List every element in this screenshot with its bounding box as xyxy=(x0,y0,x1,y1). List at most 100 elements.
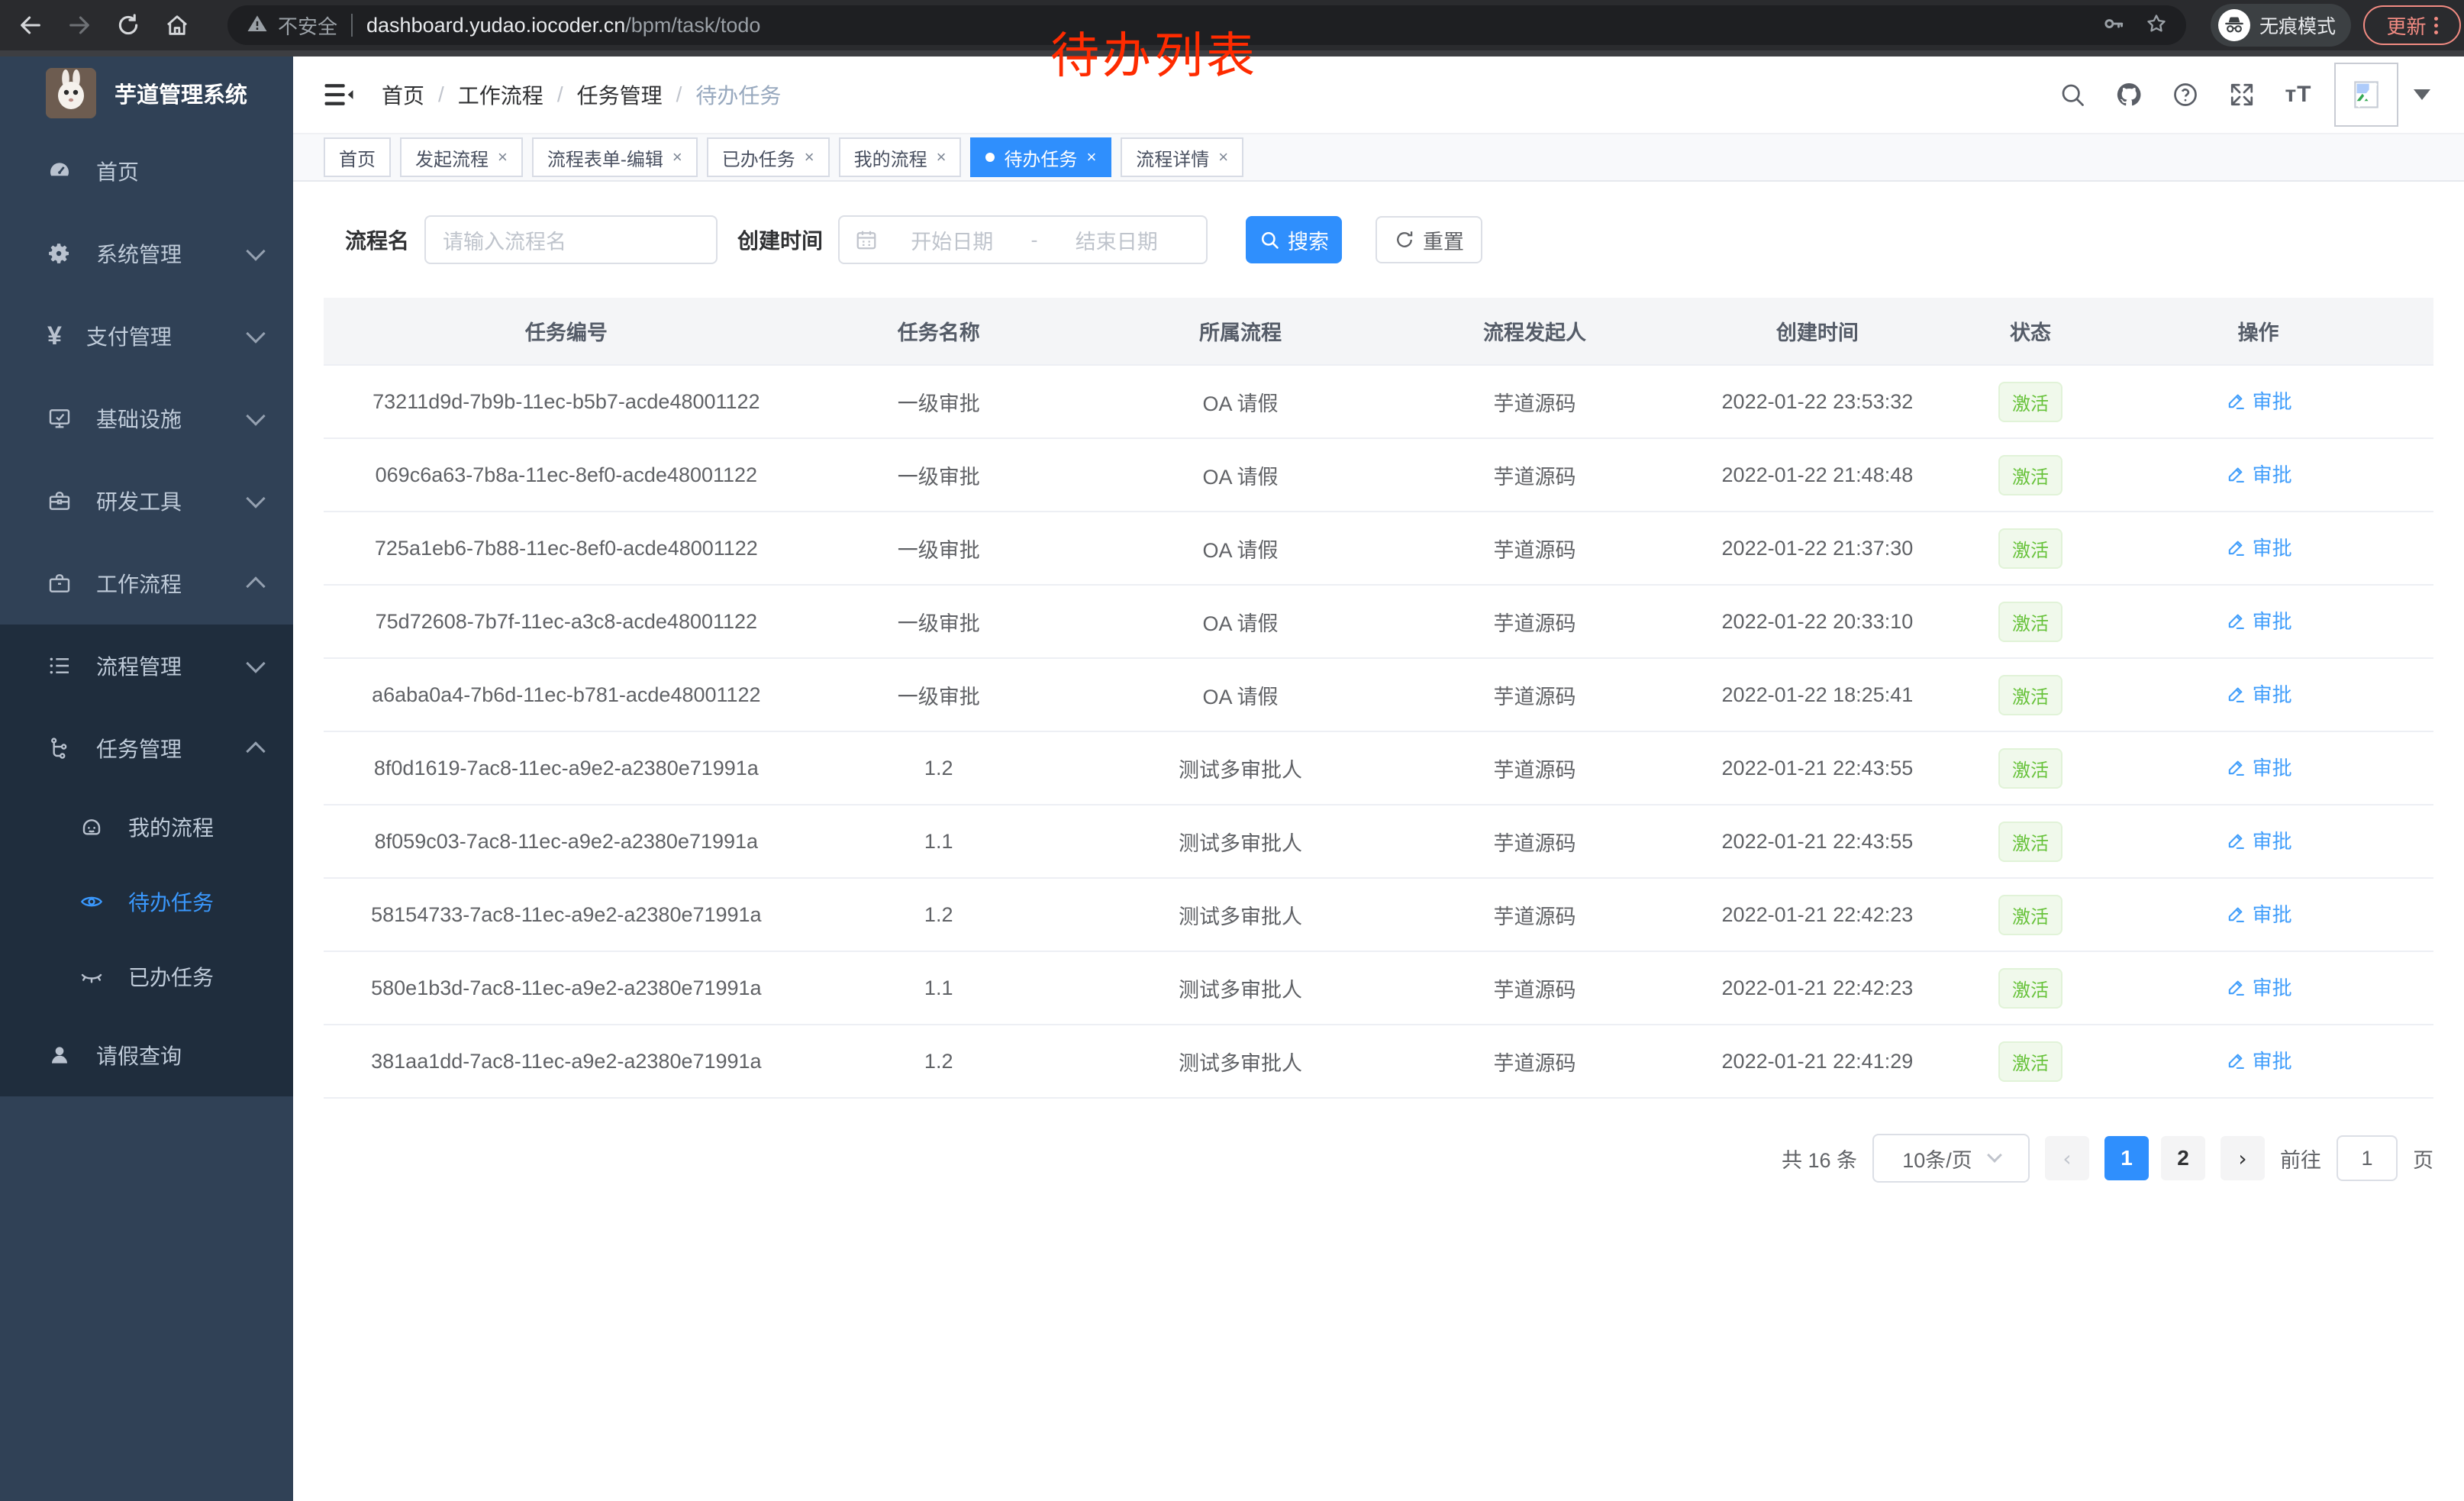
cell-created: 2022-01-21 22:42:23 xyxy=(1657,951,1978,1025)
chevron-down-icon xyxy=(246,406,265,425)
approve-link[interactable]: 审批 xyxy=(2225,899,2292,928)
cell-initiator: 芋道源码 xyxy=(1412,365,1657,438)
key-icon[interactable] xyxy=(2102,12,2125,39)
cell-task-id: 8f059c03-7ac8-11ec-a9e2-a2380e71991a xyxy=(324,805,809,878)
sidebar-item-devtools[interactable]: 研发工具 xyxy=(0,460,293,542)
end-date-placeholder: 结束日期 xyxy=(1043,225,1192,255)
warning-icon[interactable] xyxy=(246,12,269,39)
avatar-caret-icon[interactable] xyxy=(2414,89,2430,100)
app-logo-row[interactable]: 芋道管理系统 xyxy=(0,56,293,130)
column-header: 所属流程 xyxy=(1069,298,1413,365)
url-path[interactable]: /bpm/task/todo xyxy=(625,14,760,37)
update-button[interactable]: 更新 xyxy=(2363,5,2461,45)
tab-待办任务[interactable]: 待办任务 × xyxy=(970,137,1111,177)
star-icon[interactable] xyxy=(2145,12,2168,39)
close-icon[interactable]: × xyxy=(937,147,947,167)
tab-发起流程[interactable]: 发起流程 × xyxy=(400,137,523,177)
gear-icon xyxy=(47,241,72,266)
cell-created: 2022-01-22 20:33:10 xyxy=(1657,585,1978,658)
search-icon[interactable] xyxy=(2058,80,2087,109)
browser-menu-icon[interactable] xyxy=(2434,17,2438,34)
next-page-button[interactable]: › xyxy=(2221,1136,2265,1180)
fullscreen-icon[interactable] xyxy=(2227,80,2256,109)
sidebar-item-my-process[interactable]: 我的流程 xyxy=(0,789,293,864)
tab-流程表单-编辑[interactable]: 流程表单-编辑 × xyxy=(532,137,698,177)
sidebar-item-task-mgmt[interactable]: 任务管理 xyxy=(0,707,293,789)
page-number-list: 12 xyxy=(2104,1136,2205,1180)
breadcrumb-item[interactable]: 首页 xyxy=(382,79,424,110)
breadcrumb-item[interactable]: 工作流程 xyxy=(458,79,543,110)
date-range-input[interactable]: 开始日期 - 结束日期 xyxy=(838,215,1208,264)
cell-initiator: 芋道源码 xyxy=(1412,585,1657,658)
breadcrumb-item[interactable]: 任务管理 xyxy=(577,79,663,110)
sidebar-item-leave-query[interactable]: 请假查询 xyxy=(0,1014,293,1096)
security-label[interactable]: 不安全 xyxy=(278,11,337,40)
approve-link[interactable]: 审批 xyxy=(2225,1046,2292,1074)
close-icon[interactable]: × xyxy=(672,147,682,167)
cell-process: 测试多审批人 xyxy=(1069,951,1413,1025)
goto-page-input[interactable]: 1 xyxy=(2337,1135,2398,1181)
calendar-icon xyxy=(855,228,878,251)
close-icon[interactable]: × xyxy=(1086,147,1096,167)
github-icon[interactable] xyxy=(2114,80,2143,109)
reload-icon[interactable] xyxy=(111,8,145,42)
help-icon[interactable] xyxy=(2171,80,2200,109)
column-header: 操作 xyxy=(2083,298,2433,365)
forward-icon[interactable] xyxy=(63,8,96,42)
home-icon[interactable] xyxy=(160,8,194,42)
active-tab-dot xyxy=(985,153,995,162)
cell-process: OA 请假 xyxy=(1069,585,1413,658)
tab-首页[interactable]: 首页 xyxy=(324,137,391,177)
approve-link[interactable]: 审批 xyxy=(2225,460,2292,488)
sidebar-item-infra[interactable]: 基础设施 xyxy=(0,377,293,460)
cell-process: OA 请假 xyxy=(1069,658,1413,731)
column-header: 创建时间 xyxy=(1657,298,1978,365)
edit-icon xyxy=(2225,537,2246,558)
chevron-down-icon xyxy=(246,489,265,508)
approve-link[interactable]: 审批 xyxy=(2225,386,2292,415)
approve-link[interactable]: 审批 xyxy=(2225,606,2292,634)
approve-link[interactable]: 审批 xyxy=(2225,826,2292,854)
sidebar-item-workflow[interactable]: 工作流程 xyxy=(0,542,293,625)
page-button-1[interactable]: 1 xyxy=(2104,1136,2149,1180)
search-button[interactable]: 搜索 xyxy=(1246,216,1342,263)
approve-link[interactable]: 审批 xyxy=(2225,533,2292,561)
font-size-icon[interactable]: тT xyxy=(2284,80,2313,109)
sidebar-item-todo-tasks[interactable]: 待办任务 xyxy=(0,864,293,939)
table-row: 725a1eb6-7b88-11ec-8ef0-acde48001122 一级审… xyxy=(324,512,2433,585)
approve-link[interactable]: 审批 xyxy=(2225,973,2292,1001)
url-host[interactable]: dashboard.yudao.iocoder.cn xyxy=(366,14,625,37)
status-badge: 激活 xyxy=(1998,748,2062,789)
avatar[interactable] xyxy=(2334,63,2398,127)
table-row: 75d72608-7b7f-11ec-a3c8-acde48001122 一级审… xyxy=(324,585,2433,658)
tab-流程详情[interactable]: 流程详情 × xyxy=(1121,137,1243,177)
cell-process: 测试多审批人 xyxy=(1069,731,1413,805)
sidebar-menu: 首页 系统管理 ¥ 支付管理 基础设施 研发工具 工作流程 流程管理 任务管理 … xyxy=(0,130,293,1096)
column-header: 任务名称 xyxy=(809,298,1069,365)
sidebar-item-system[interactable]: 系统管理 xyxy=(0,212,293,295)
cell-task-name: 1.2 xyxy=(809,731,1069,805)
tab-已办任务[interactable]: 已办任务 × xyxy=(707,137,830,177)
approve-link[interactable]: 审批 xyxy=(2225,753,2292,781)
sidebar-item-process-mgmt[interactable]: 流程管理 xyxy=(0,625,293,707)
close-icon[interactable]: × xyxy=(498,147,508,167)
close-icon[interactable]: × xyxy=(1218,147,1228,167)
sidebar-item-done-tasks[interactable]: 已办任务 xyxy=(0,939,293,1014)
page-button-2[interactable]: 2 xyxy=(2161,1136,2205,1180)
page-size-select[interactable]: 10条/页 xyxy=(1872,1134,2030,1183)
sidebar-toggle-icon[interactable] xyxy=(324,82,354,108)
sidebar-item-payment[interactable]: ¥ 支付管理 xyxy=(0,295,293,377)
tab-我的流程[interactable]: 我的流程 × xyxy=(839,137,962,177)
table-body: 73211d9d-7b9b-11ec-b5b7-acde48001122 一级审… xyxy=(324,365,2433,1098)
approve-link[interactable]: 审批 xyxy=(2225,679,2292,708)
table-header: 任务编号任务名称所属流程流程发起人创建时间状态操作 xyxy=(324,298,2433,365)
process-name-input[interactable]: 请输入流程名 xyxy=(424,215,718,264)
sidebar-item-home[interactable]: 首页 xyxy=(0,130,293,212)
prev-page-button[interactable]: ‹ xyxy=(2045,1136,2089,1180)
yen-icon: ¥ xyxy=(47,321,62,351)
cell-task-id: 381aa1dd-7ac8-11ec-a9e2-a2380e71991a xyxy=(324,1025,809,1098)
back-icon[interactable] xyxy=(14,8,47,42)
reset-button[interactable]: 重置 xyxy=(1376,216,1482,263)
close-icon[interactable]: × xyxy=(805,147,814,167)
breadcrumb-separator: / xyxy=(557,82,563,107)
